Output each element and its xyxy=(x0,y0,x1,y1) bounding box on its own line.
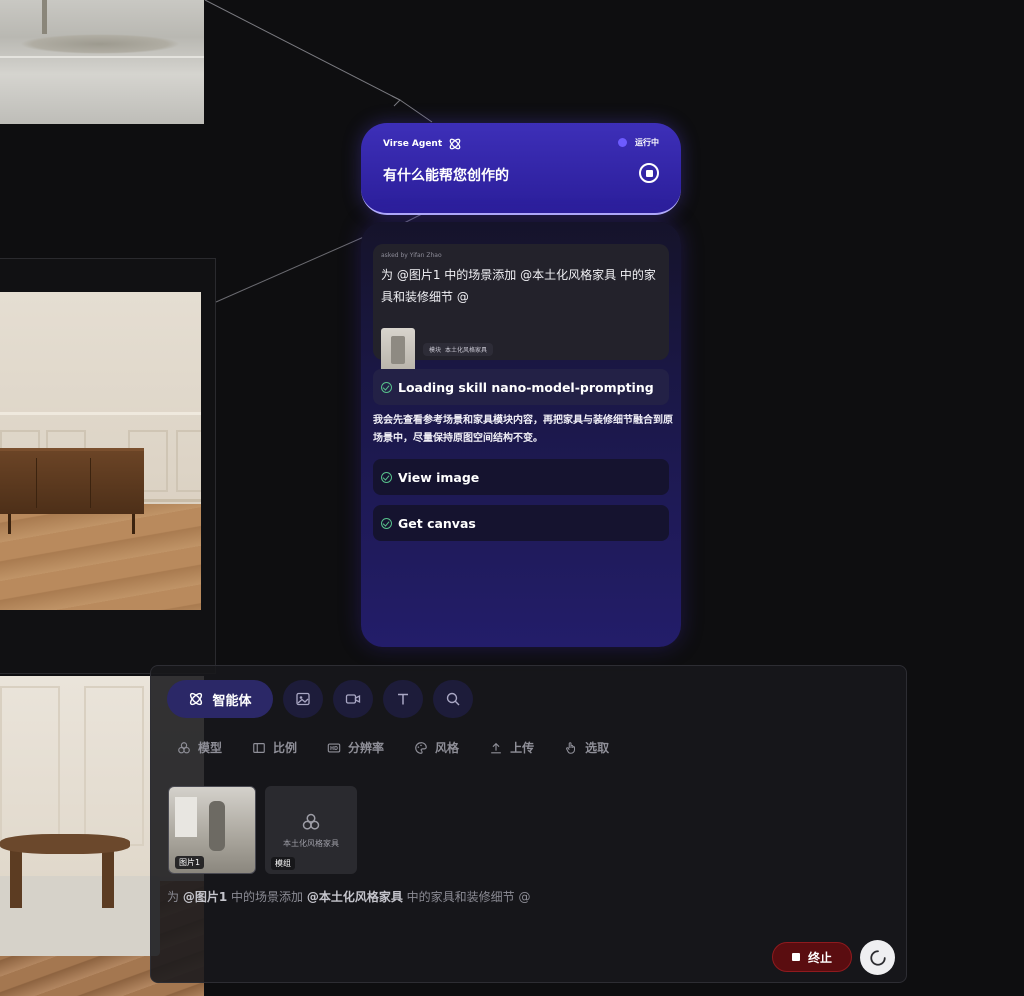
image-detail xyxy=(175,797,197,837)
user-message-card: asked by Yifan Zhao 为 @图片1 中的场景添加 @本土化风格… xyxy=(373,244,669,372)
agent-reply-text: 我会先查看参考场景和家具模块内容，再把家具与装修细节融合到原场景中，尽量保持原图… xyxy=(373,415,673,444)
option-select[interactable]: 选取 xyxy=(564,739,609,756)
prompt-text-part: 中的家具和装修细节 @ xyxy=(402,890,531,904)
terminate-label: 终止 xyxy=(807,950,832,965)
message-image-thumbnail[interactable] xyxy=(381,328,415,372)
image-detail xyxy=(0,686,60,846)
mode-tab-text[interactable] xyxy=(383,680,423,718)
mode-tab-video[interactable] xyxy=(333,680,373,718)
mode-tab-agent[interactable]: 智能体 xyxy=(167,680,273,718)
agent-header: Virse Agent 运行中 有什么能帮您创作的 xyxy=(361,123,681,215)
option-label: 分辨率 xyxy=(348,741,385,755)
image-detail xyxy=(176,430,201,492)
attachment-label: 模组 xyxy=(271,857,295,870)
image-detail xyxy=(102,850,114,908)
option-bar: 模型 比例 HD 分辨率 风格 上传 选取 xyxy=(177,739,609,756)
image-detail xyxy=(0,448,144,514)
loading-spinner-button[interactable] xyxy=(860,940,895,975)
module-tag[interactable]: 模块 本土化风格家具 xyxy=(423,343,494,356)
image-detail xyxy=(90,458,91,508)
option-model[interactable]: 模型 xyxy=(177,739,222,756)
option-ratio[interactable]: 比例 xyxy=(252,739,297,756)
canvas-image-top[interactable] xyxy=(0,0,204,124)
agent-brand: Virse Agent xyxy=(383,137,462,151)
search-icon xyxy=(446,692,460,706)
text-icon xyxy=(398,693,408,705)
agent-logo-icon xyxy=(449,138,461,150)
image-detail xyxy=(84,686,144,846)
canvas-image-scene[interactable] xyxy=(0,292,201,610)
option-label: 选取 xyxy=(585,741,610,755)
image-detail xyxy=(42,0,47,34)
image-icon xyxy=(296,692,310,706)
image-detail xyxy=(0,504,201,610)
module-tag-name: 本土化风格家具 xyxy=(445,347,488,354)
check-circle-icon xyxy=(381,381,392,393)
image-detail xyxy=(10,850,22,908)
status-dot-icon xyxy=(618,138,627,147)
image-detail xyxy=(132,514,135,534)
module-icon xyxy=(302,813,320,830)
step-view-image[interactable]: View image xyxy=(373,459,669,495)
image-detail xyxy=(8,514,11,534)
attachment-name: 本土化风格家具 xyxy=(283,838,339,848)
prompt-text-part: 为 xyxy=(167,890,183,904)
spinner-icon xyxy=(869,949,886,966)
check-circle-icon xyxy=(381,517,392,529)
terminate-button[interactable]: 终止 xyxy=(772,942,852,972)
image-detail xyxy=(0,834,130,854)
mode-tabs: 智能体 xyxy=(167,680,473,718)
option-style[interactable]: 风格 xyxy=(414,739,459,756)
option-label: 上传 xyxy=(510,741,535,755)
image-detail xyxy=(36,458,37,508)
agent-title: 有什么能帮您创作的 xyxy=(383,168,509,184)
prompt-panel: 智能体 模型 比例 HD 分辨率 风格 上传 选取 图片1 本土化风格家具 模组… xyxy=(150,665,907,983)
step-label: Get canvas xyxy=(398,515,476,531)
step-loading-skill[interactable]: Loading skill nano-model-prompting xyxy=(373,369,669,405)
status-indicator: 运行中 xyxy=(618,137,659,148)
mode-tab-image[interactable] xyxy=(283,680,323,718)
option-upload[interactable]: 上传 xyxy=(489,739,534,756)
option-label: 风格 xyxy=(435,741,460,755)
image-detail xyxy=(0,876,160,956)
step-label: Loading skill nano-model-prompting xyxy=(398,379,654,395)
status-label: 运行中 xyxy=(635,138,659,147)
attachment-module[interactable]: 本土化风格家具 模组 xyxy=(265,786,357,874)
svg-text:HD: HD xyxy=(330,746,338,752)
chat-panel[interactable]: asked by Yifan Zhao 为 @图片1 中的场景添加 @本土化风格… xyxy=(361,222,681,647)
palette-icon xyxy=(415,741,427,754)
attachment-image[interactable]: 图片1 xyxy=(168,786,256,874)
agent-brand-label: Virse Agent xyxy=(383,139,443,149)
agent-mode-icon xyxy=(190,692,203,706)
step-get-canvas[interactable]: Get canvas xyxy=(373,505,669,541)
check-circle-icon xyxy=(381,471,392,483)
option-resolution[interactable]: HD 分辨率 xyxy=(327,739,384,756)
ratio-icon xyxy=(253,742,265,753)
user-message-text: 为 @图片1 中的场景添加 @本土化风格家具 中的家具和装修细节 @ xyxy=(381,268,656,304)
hd-icon: HD xyxy=(327,742,341,753)
hand-pointer-icon xyxy=(566,741,576,754)
mode-tab-search[interactable] xyxy=(433,680,473,718)
asked-by-label: asked by Yifan Zhao xyxy=(381,252,442,259)
option-label: 比例 xyxy=(273,741,298,755)
stop-icon xyxy=(791,953,800,961)
stop-icon xyxy=(645,169,653,177)
model-icon xyxy=(178,741,190,753)
attachment-label: 图片1 xyxy=(175,856,205,869)
option-label: 模型 xyxy=(198,741,223,755)
mode-tab-label: 智能体 xyxy=(212,693,252,709)
prompt-input[interactable]: 为 @图片1 中的场景添加 @本土化风格家具 中的家具和装修细节 @ xyxy=(167,888,530,905)
prompt-mention: @本土化风格家具 xyxy=(306,890,403,904)
step-label: View image xyxy=(398,469,480,485)
upload-icon xyxy=(491,742,501,753)
image-detail xyxy=(209,801,225,851)
image-detail xyxy=(0,56,204,58)
video-icon xyxy=(345,694,361,704)
prompt-text-part: 中的场景添加 xyxy=(227,890,307,904)
prompt-mention: @图片1 xyxy=(182,890,228,904)
module-tag-prefix: 模块 xyxy=(429,347,442,354)
stop-button[interactable] xyxy=(639,163,659,183)
image-detail xyxy=(20,34,180,54)
